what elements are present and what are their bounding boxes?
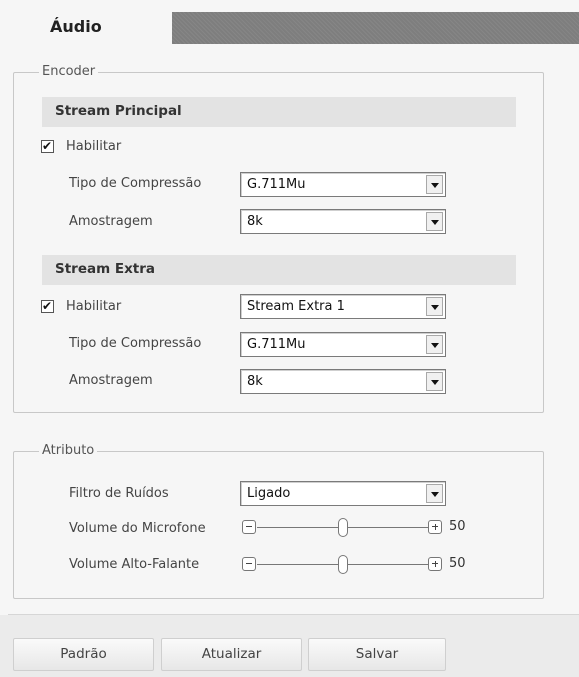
extra-enable-checkbox[interactable] — [41, 298, 54, 314]
tab-strip: Áudio — [8, 12, 579, 44]
extra-sampling-value: 8k — [247, 374, 263, 389]
principal-compression-value: G.711Mu — [247, 177, 306, 192]
mic-volume-value: 50 — [449, 519, 466, 534]
noise-filter-value: Ligado — [247, 486, 291, 501]
atributo-legend: Atributo — [39, 443, 98, 458]
extra-enable-label: Habilitar — [66, 299, 122, 314]
extra-compression-select[interactable]: G.711Mu — [240, 332, 446, 357]
plus-icon[interactable] — [428, 557, 442, 571]
stream-extra-header: Stream Extra — [42, 255, 516, 285]
principal-enable-checkbox[interactable] — [41, 138, 54, 154]
principal-sampling-select[interactable]: 8k — [240, 209, 446, 234]
slider-thumb[interactable] — [338, 518, 348, 537]
mic-volume-slider[interactable]: 50 — [242, 518, 466, 538]
audio-settings-page: Áudio Encoder Stream Principal Habilitar… — [0, 0, 579, 677]
chevron-down-icon[interactable] — [426, 335, 443, 354]
mic-volume-label: Volume do Microfone — [69, 521, 206, 536]
noise-filter-select[interactable]: Ligado — [240, 481, 446, 506]
chevron-down-icon[interactable] — [426, 484, 443, 503]
extra-sampling-label: Amostragem — [69, 373, 153, 388]
chevron-down-icon[interactable] — [426, 212, 443, 231]
extra-stream-select[interactable]: Stream Extra 1 — [240, 294, 446, 319]
minus-icon[interactable] — [242, 520, 256, 534]
chevron-down-icon[interactable] — [426, 297, 443, 316]
speaker-volume-slider[interactable]: 50 — [242, 555, 466, 575]
extra-stream-value: Stream Extra 1 — [247, 299, 345, 314]
principal-enable-label: Habilitar — [66, 139, 122, 154]
chevron-down-icon[interactable] — [426, 175, 443, 194]
speaker-volume-label: Volume Alto-Falante — [69, 557, 200, 572]
speaker-volume-value: 50 — [449, 556, 466, 571]
principal-compression-select[interactable]: G.711Mu — [240, 172, 446, 197]
extra-compression-value: G.711Mu — [247, 337, 306, 352]
tab-bar-background — [172, 12, 579, 44]
refresh-button[interactable]: Atualizar — [161, 638, 302, 671]
save-button[interactable]: Salvar — [308, 638, 446, 671]
encoder-legend: Encoder — [39, 64, 99, 79]
default-button[interactable]: Padrão — [13, 638, 154, 671]
chevron-down-icon[interactable] — [426, 372, 443, 391]
principal-compression-label: Tipo de Compressão — [69, 176, 202, 191]
minus-icon[interactable] — [242, 557, 256, 571]
extra-sampling-select[interactable]: 8k — [240, 369, 446, 394]
stream-principal-header: Stream Principal — [42, 97, 516, 127]
plus-icon[interactable] — [428, 520, 442, 534]
principal-sampling-value: 8k — [247, 214, 263, 229]
tab-audio[interactable]: Áudio — [8, 12, 172, 44]
extra-compression-label: Tipo de Compressão — [69, 336, 202, 351]
slider-thumb[interactable] — [338, 555, 348, 574]
noise-filter-label: Filtro de Ruídos — [69, 486, 169, 501]
principal-sampling-label: Amostragem — [69, 214, 153, 229]
